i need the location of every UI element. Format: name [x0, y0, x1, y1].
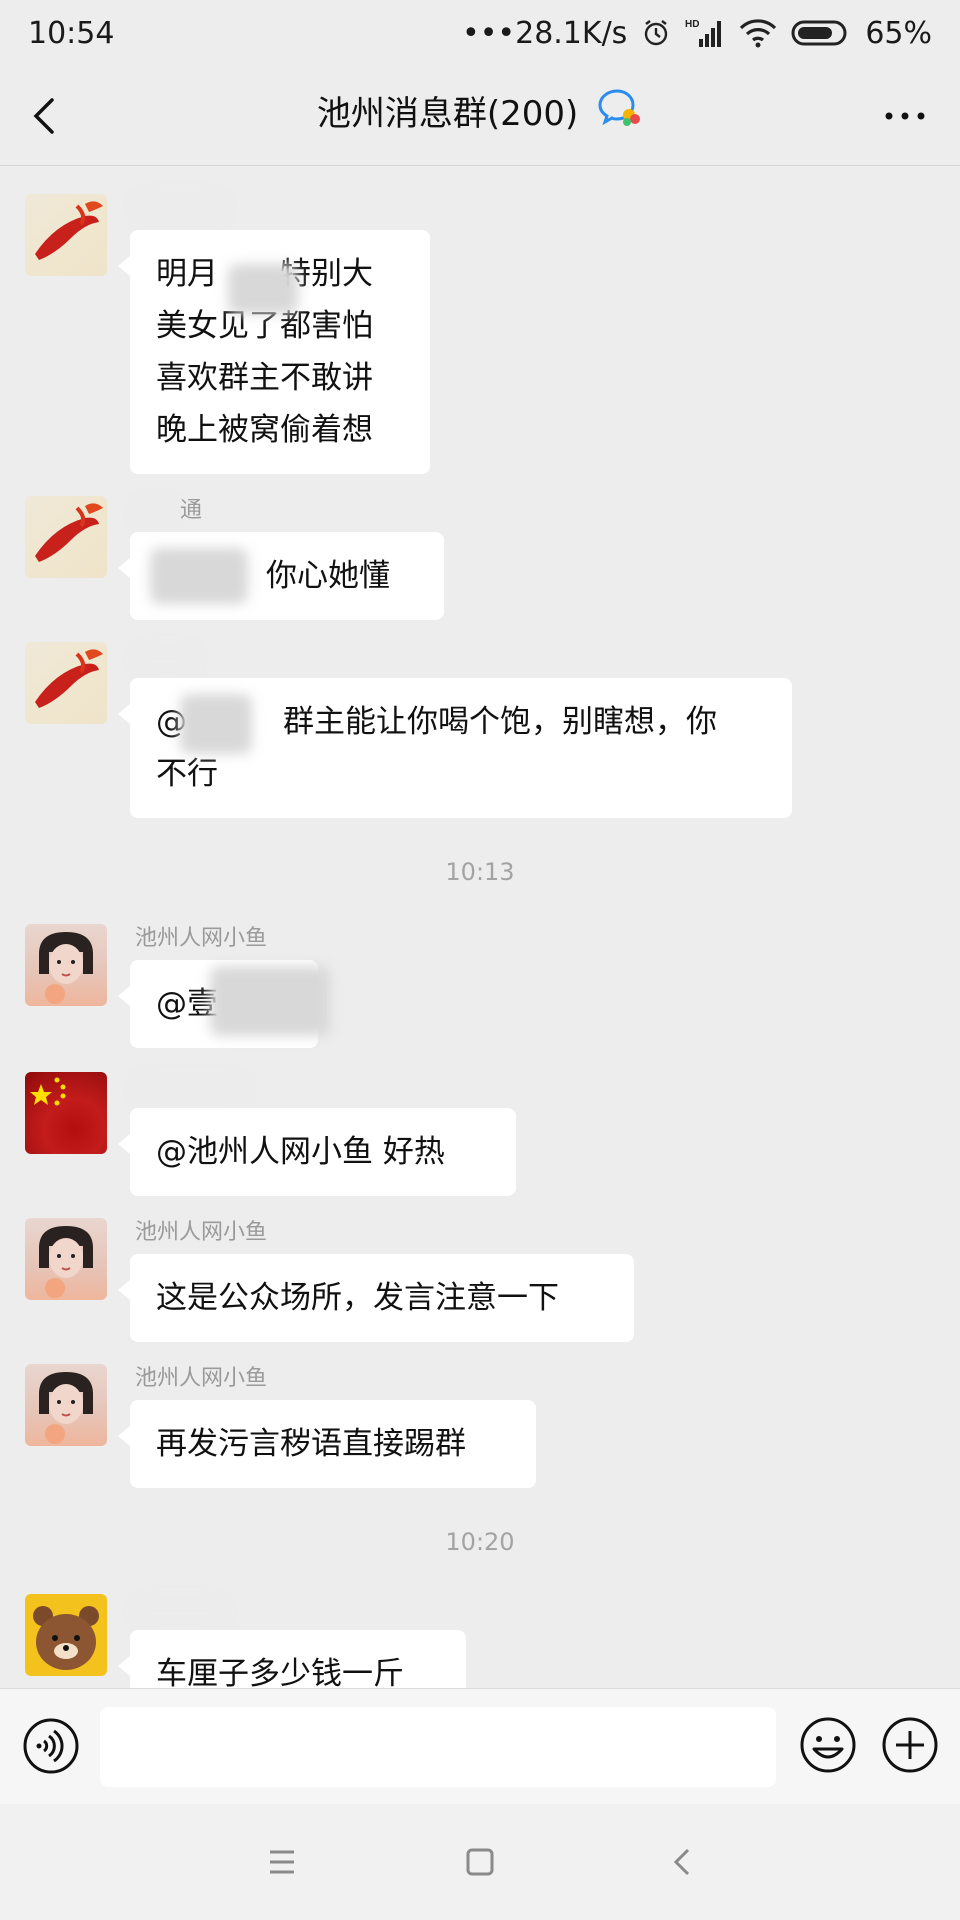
home-square-icon — [466, 1848, 494, 1876]
message-bubble[interactable]: 车厘子多少钱一斤 — [118, 1630, 466, 1688]
girl-avatar[interactable] — [25, 924, 107, 1006]
more-functions-button[interactable] — [880, 1715, 940, 1775]
redacted-name — [135, 500, 175, 526]
message-line: 不行 — [156, 756, 218, 792]
message-text: 再发污言秽语直接踢群 — [156, 1426, 466, 1462]
group-chat-icon — [597, 88, 643, 143]
svg-text:HD: HD — [685, 19, 699, 30]
message-bubble[interactable]: 这是公众场所，发言注意一下 — [118, 1254, 634, 1342]
message-item: 池州人网小鱼 这是公众场所，发言注意一下 — [0, 1218, 960, 1348]
more-options-button[interactable] — [880, 94, 930, 138]
message-line: 晚上被窝偷着想 — [156, 412, 373, 448]
back-nav-button[interactable] — [662, 1842, 702, 1882]
alarm-icon — [641, 18, 671, 48]
chat-header: 池州消息群(200) — [0, 66, 960, 166]
redacted-name — [135, 1598, 225, 1624]
redacted-text — [228, 264, 298, 314]
message-item: @池州人网小鱼 好热 — [0, 1072, 960, 1202]
message-text: @壹 — [156, 986, 218, 1022]
flag-avatar[interactable] — [25, 1072, 107, 1154]
more-icon — [885, 112, 925, 120]
redacted-name — [135, 194, 225, 220]
chat-input-bar — [0, 1688, 960, 1804]
wifi-icon — [739, 18, 777, 48]
message-bubble[interactable]: 再发污言秽语直接踢群 — [118, 1400, 536, 1488]
menu-nav-button[interactable] — [262, 1842, 302, 1882]
koi-avatar[interactable] — [25, 496, 107, 578]
system-nav-bar — [0, 1804, 960, 1920]
message-item: @ 群主能让你喝个饱，别瞎想，你 不行 — [0, 642, 960, 822]
message-text: 这是公众场所，发言注意一下 — [156, 1280, 559, 1316]
status-icons: •••28.1K/s HD 65% — [462, 16, 932, 51]
sender-name: 池州人网小鱼 — [135, 1220, 268, 1245]
time-divider: 10:13 — [445, 858, 515, 886]
time-divider: 10:20 — [445, 1528, 515, 1556]
message-text: 车厘子多少钱一斤 — [156, 1656, 404, 1688]
message-item: 池州人网小鱼 @壹 — [0, 924, 960, 1054]
sender-name: 池州人网小鱼 — [135, 926, 268, 951]
voice-icon — [23, 1718, 79, 1774]
sender-name: 通 — [180, 498, 203, 523]
message-input[interactable] — [100, 1707, 776, 1787]
page-title: 池州消息群(200) — [0, 88, 960, 143]
voice-button[interactable] — [22, 1717, 80, 1775]
status-time: 10:54 — [28, 15, 115, 51]
redacted-name — [135, 646, 195, 672]
message-line: 喜欢群主不敢讲 — [156, 360, 373, 396]
message-list[interactable]: 明月 特别大 美女见了都害怕 喜欢群主不敢讲 晚上被窝偷着想 通 你心她懂 @ 群主… — [0, 166, 960, 1688]
koi-avatar[interactable] — [25, 642, 107, 724]
message-text: 你心她懂 — [266, 558, 390, 594]
network-speed: •••28.1K/s — [462, 15, 628, 51]
plus-icon — [882, 1717, 938, 1773]
koi-avatar[interactable] — [25, 194, 107, 276]
message-text: @池州人网小鱼 好热 — [156, 1134, 445, 1170]
girl-avatar[interactable] — [25, 1364, 107, 1446]
message-item: 池州人网小鱼 再发污言秽语直接踢群 — [0, 1364, 960, 1494]
girl-avatar[interactable] — [25, 1218, 107, 1300]
message-bubble[interactable]: @池州人网小鱼 好热 — [118, 1108, 516, 1196]
signal-icon: HD — [685, 17, 725, 49]
emoji-button[interactable] — [798, 1715, 858, 1775]
group-name: 池州消息群(200) — [316, 94, 579, 134]
battery-icon — [791, 18, 851, 48]
home-nav-button[interactable] — [460, 1842, 500, 1882]
redacted-text — [210, 966, 330, 1036]
sender-name: 池州人网小鱼 — [135, 1366, 268, 1391]
redacted-text — [180, 694, 252, 754]
message-item: 车厘子多少钱一斤 — [0, 1594, 960, 1688]
battery-percent: 65% — [865, 15, 932, 51]
redacted-text — [150, 548, 248, 604]
bear-avatar[interactable] — [25, 1594, 107, 1676]
back-chevron-icon — [673, 1848, 690, 1876]
status-bar: 10:54 •••28.1K/s HD 65% — [0, 0, 960, 66]
message-item: 明月 特别大 美女见了都害怕 喜欢群主不敢讲 晚上被窝偷着想 — [0, 194, 960, 474]
emoji-icon — [800, 1717, 856, 1773]
menu-icon — [270, 1850, 294, 1874]
redacted-name — [135, 1076, 245, 1102]
message-item: 通 你心她懂 — [0, 496, 960, 626]
